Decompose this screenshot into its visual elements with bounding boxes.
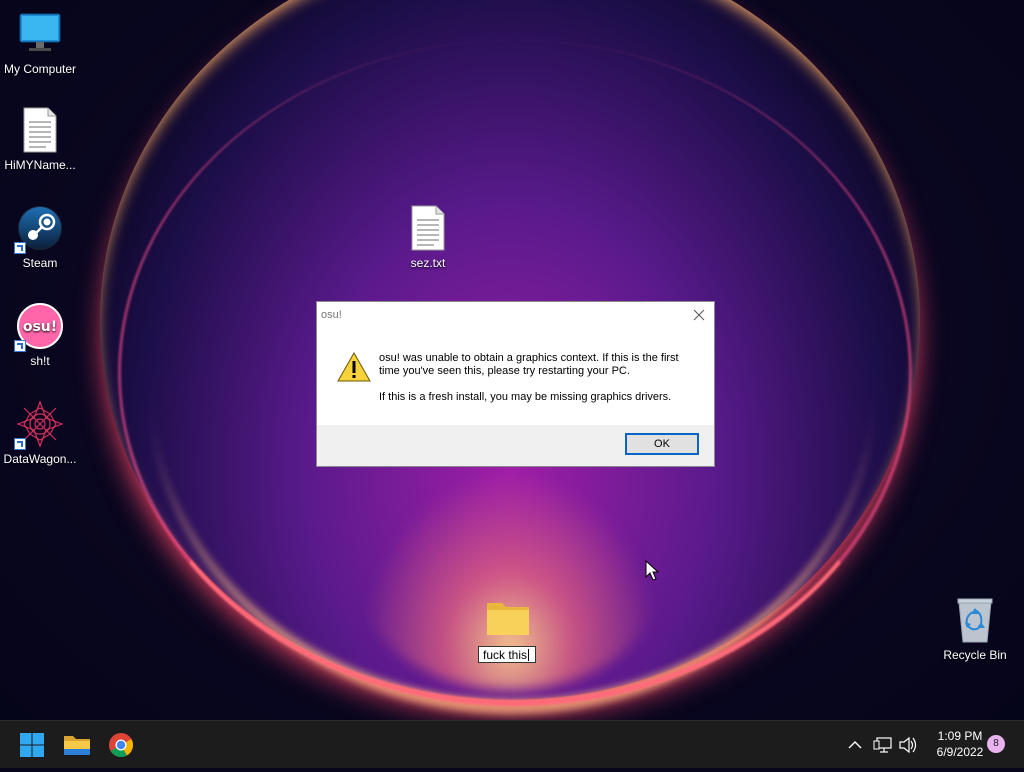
taskbar: 1:09 PM 6/9/2022 (0, 720, 1024, 768)
text-file-icon (404, 204, 452, 252)
desktop-icon-steam[interactable]: Steam (0, 204, 80, 270)
network-button[interactable] (872, 721, 894, 769)
chevron-up-icon (848, 741, 862, 749)
steam-icon (14, 204, 64, 254)
dialog-footer: OK (317, 425, 714, 466)
windows-logo-icon (20, 733, 44, 757)
desktop-icon-my-computer[interactable]: My Computer (0, 10, 80, 76)
desktop-folder-new[interactable] (478, 598, 538, 643)
desktop-icon-label: Recycle Bin (943, 648, 1007, 662)
volume-button[interactable] (897, 721, 919, 769)
folder-rename-text: fuck this (483, 648, 528, 662)
shortcut-arrow-icon (14, 242, 26, 254)
clock-time: 1:09 PM (937, 729, 983, 743)
osu-badge-text: osu! (23, 319, 57, 335)
desktop-icon-label: My Computer (3, 62, 77, 76)
folder-icon (64, 736, 90, 755)
text-file-icon (16, 106, 64, 154)
network-icon (873, 737, 892, 753)
desktop-icon-label: HiMYName... (4, 158, 76, 172)
dialog-body: osu! was unable to obtain a graphics con… (317, 328, 714, 425)
monitor-icon (16, 10, 64, 58)
chrome-icon (109, 733, 134, 758)
close-icon (693, 309, 705, 321)
taskbar-clock[interactable]: 1:09 PM 6/9/2022 (928, 728, 992, 760)
warning-icon (337, 351, 371, 382)
desktop-icon-label: Steam (22, 256, 58, 270)
mouse-pointer-icon (645, 560, 659, 581)
shortcut-arrow-icon (14, 340, 26, 352)
osu-icon: osu! (14, 302, 64, 352)
chrome-button[interactable] (107, 731, 135, 759)
clock-date: 6/9/2022 (936, 745, 984, 759)
dialog-close-button[interactable] (690, 306, 708, 324)
desktop-icon-himyname[interactable]: HiMYName... (0, 106, 80, 172)
recycle-bin-icon (951, 596, 999, 644)
start-button[interactable] (18, 731, 46, 759)
datawagon-icon (14, 400, 64, 450)
speaker-icon (899, 736, 917, 754)
folder-rename-input[interactable]: fuck this (478, 646, 536, 663)
desktop-icon-label: sez.txt (410, 256, 446, 270)
folder-icon (487, 603, 529, 635)
ok-button[interactable]: OK (625, 433, 699, 455)
desktop-icon-recycle-bin[interactable]: Recycle Bin (935, 596, 1015, 662)
desktop-icon-sez-txt[interactable]: sez.txt (388, 204, 468, 270)
notification-badge[interactable]: 8 (987, 735, 1005, 753)
dialog-title: osu! (321, 309, 342, 321)
dialog-message-line1: osu! was unable to obtain a graphics con… (379, 352, 679, 377)
dialog-titlebar[interactable]: osu! (317, 302, 714, 328)
shortcut-arrow-icon (14, 438, 26, 450)
text-caret (528, 649, 530, 661)
desktop-icon-datawagon[interactable]: DataWagon... (0, 400, 80, 466)
dialog-message: osu! was unable to obtain a graphics con… (379, 352, 699, 417)
tray-overflow-button[interactable] (845, 721, 865, 769)
dialog-message-line2: If this is a fresh install, you may be m… (379, 391, 672, 403)
desktop-icon-osu[interactable]: osu! sh!t (0, 302, 80, 368)
file-explorer-button[interactable] (63, 731, 91, 759)
desktop-icon-label: sh!t (30, 354, 50, 368)
desktop-icon-label: DataWagon... (3, 452, 77, 466)
osu-error-dialog: osu! osu! was unable to obtain a graphic… (316, 301, 715, 467)
